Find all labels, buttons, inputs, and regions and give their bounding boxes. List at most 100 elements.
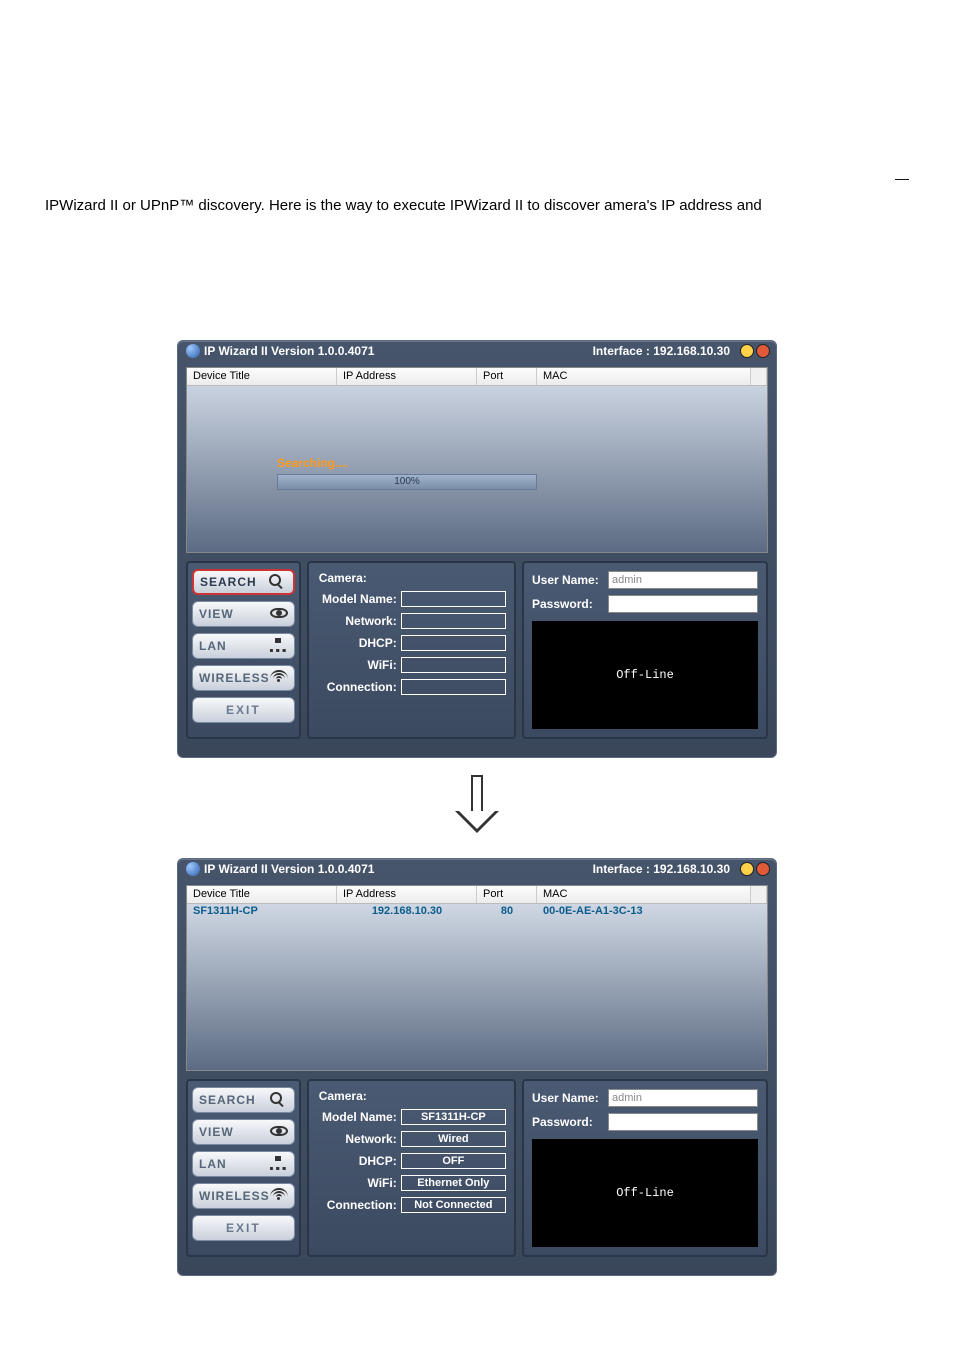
network-value: Wired	[401, 1131, 506, 1147]
connection-label: Connection:	[315, 1198, 401, 1212]
wireless-button[interactable]: WIRELESS	[192, 665, 295, 691]
search-button-label: SEARCH	[200, 575, 257, 589]
exit-button-label: EXIT	[226, 703, 261, 717]
search-button-label: SEARCH	[199, 1093, 256, 1107]
cell-device-title: SF1311H-CP	[187, 904, 337, 920]
view-button-label: VIEW	[199, 607, 234, 621]
exit-button[interactable]: EXIT	[192, 697, 295, 723]
wifi-icon	[270, 670, 288, 686]
searching-overlay: Searching.... 100%	[277, 456, 537, 490]
username-field[interactable]	[608, 571, 758, 589]
network-label: Network:	[315, 614, 401, 628]
model-label: Model Name:	[315, 592, 401, 606]
model-value: SF1311H-CP	[401, 1109, 506, 1125]
col-port[interactable]: Port	[477, 886, 537, 903]
password-label: Password:	[532, 1115, 608, 1129]
cell-mac: 00-0E-AE-A1-3C-13	[537, 904, 767, 920]
device-list: Device Title IP Address Port MAC Searchi…	[186, 367, 768, 553]
app-icon	[186, 344, 200, 358]
cell-port: 80	[477, 904, 537, 920]
list-header: Device Title IP Address Port MAC	[187, 886, 767, 904]
password-label: Password:	[532, 597, 608, 611]
list-body: Searching.... 100%	[187, 386, 767, 553]
camera-label: Camera:	[315, 1089, 401, 1103]
search-button[interactable]: SEARCH	[192, 569, 295, 595]
model-value	[401, 591, 506, 607]
camera-info-panel: Camera: Model Name: Network: DHCP: WiFi:…	[307, 561, 516, 739]
dhcp-label: DHCP:	[315, 1154, 401, 1168]
close-icon[interactable]	[756, 344, 770, 358]
view-button-label: VIEW	[199, 1125, 234, 1139]
wifi-label: WiFi:	[315, 1176, 401, 1190]
wifi-value	[401, 657, 506, 673]
titlebar[interactable]: IP Wizard II Version 1.0.0.4071 Interfac…	[178, 341, 776, 363]
lan-icon	[270, 638, 288, 654]
col-mac[interactable]: MAC	[537, 368, 751, 385]
minimize-icon[interactable]	[740, 344, 754, 358]
list-body[interactable]: SF1311H-CP 192.168.10.30 80 00-0E-AE-A1-…	[187, 904, 767, 1071]
camera-label: Camera:	[315, 571, 401, 585]
scrollbar-header	[751, 886, 767, 903]
network-label: Network:	[315, 1132, 401, 1146]
wireless-button-label: WIRELESS	[199, 1189, 270, 1203]
close-icon[interactable]	[756, 862, 770, 876]
connection-value: Not Connected	[401, 1197, 506, 1213]
connection-value	[401, 679, 506, 695]
sidebar: SEARCH VIEW LAN WIRELESS EXIT	[186, 561, 301, 739]
wireless-button[interactable]: WIRELESS	[192, 1183, 295, 1209]
list-header: Device Title IP Address Port MAC	[187, 368, 767, 386]
col-device-title[interactable]: Device Title	[187, 886, 337, 903]
col-port[interactable]: Port	[477, 368, 537, 385]
auth-panel: User Name: Password: Off-Line	[522, 561, 768, 739]
preview-status: Off-Line	[616, 1186, 674, 1200]
down-arrow-icon	[455, 775, 499, 835]
page-intro-text: IPWizard II or UPnP™ discovery. Here is …	[45, 195, 924, 218]
col-device-title[interactable]: Device Title	[187, 368, 337, 385]
dhcp-value	[401, 635, 506, 651]
window-title: IP Wizard II Version 1.0.0.4071	[204, 862, 374, 876]
model-label: Model Name:	[315, 1110, 401, 1124]
wireless-button-label: WIRELESS	[199, 671, 270, 685]
col-ip-address[interactable]: IP Address	[337, 886, 477, 903]
sidebar: SEARCH VIEW LAN WIRELESS EXIT	[186, 1079, 301, 1257]
eye-icon	[270, 606, 288, 622]
app-icon	[186, 862, 200, 876]
dhcp-value: OFF	[401, 1153, 506, 1169]
table-row[interactable]: SF1311H-CP 192.168.10.30 80 00-0E-AE-A1-…	[187, 904, 767, 920]
password-field[interactable]	[608, 1113, 758, 1131]
lan-icon	[270, 1156, 288, 1172]
connection-label: Connection:	[315, 680, 401, 694]
preview-status: Off-Line	[616, 668, 674, 682]
scrollbar-header	[751, 368, 767, 385]
network-value	[401, 613, 506, 629]
username-field[interactable]	[608, 1089, 758, 1107]
col-ip-address[interactable]: IP Address	[337, 368, 477, 385]
search-progress: 100%	[277, 474, 537, 490]
exit-button[interactable]: EXIT	[192, 1215, 295, 1241]
wifi-value: Ethernet Only	[401, 1175, 506, 1191]
minimize-icon[interactable]	[740, 862, 754, 876]
password-field[interactable]	[608, 595, 758, 613]
search-icon	[269, 574, 287, 590]
search-icon	[270, 1092, 288, 1108]
col-mac[interactable]: MAC	[537, 886, 751, 903]
eye-icon	[270, 1124, 288, 1140]
lan-button[interactable]: LAN	[192, 633, 295, 659]
page-dash: —	[895, 170, 909, 186]
ipwizard-window-result: IP Wizard II Version 1.0.0.4071 Interfac…	[177, 858, 777, 1276]
lan-button[interactable]: LAN	[192, 1151, 295, 1177]
dhcp-label: DHCP:	[315, 636, 401, 650]
progress-percent: 100%	[278, 476, 536, 487]
ipwizard-window-searching: IP Wizard II Version 1.0.0.4071 Interfac…	[177, 340, 777, 758]
titlebar[interactable]: IP Wizard II Version 1.0.0.4071 Interfac…	[178, 859, 776, 881]
searching-label: Searching....	[277, 456, 537, 470]
auth-panel: User Name: Password: Off-Line	[522, 1079, 768, 1257]
interface-label: Interface : 192.168.10.30	[593, 344, 730, 358]
cell-ip: 192.168.10.30	[337, 904, 477, 920]
device-list: Device Title IP Address Port MAC SF1311H…	[186, 885, 768, 1071]
view-button[interactable]: VIEW	[192, 1119, 295, 1145]
search-button[interactable]: SEARCH	[192, 1087, 295, 1113]
wifi-label: WiFi:	[315, 658, 401, 672]
camera-info-panel: Camera: Model Name:SF1311H-CP Network:Wi…	[307, 1079, 516, 1257]
view-button[interactable]: VIEW	[192, 601, 295, 627]
